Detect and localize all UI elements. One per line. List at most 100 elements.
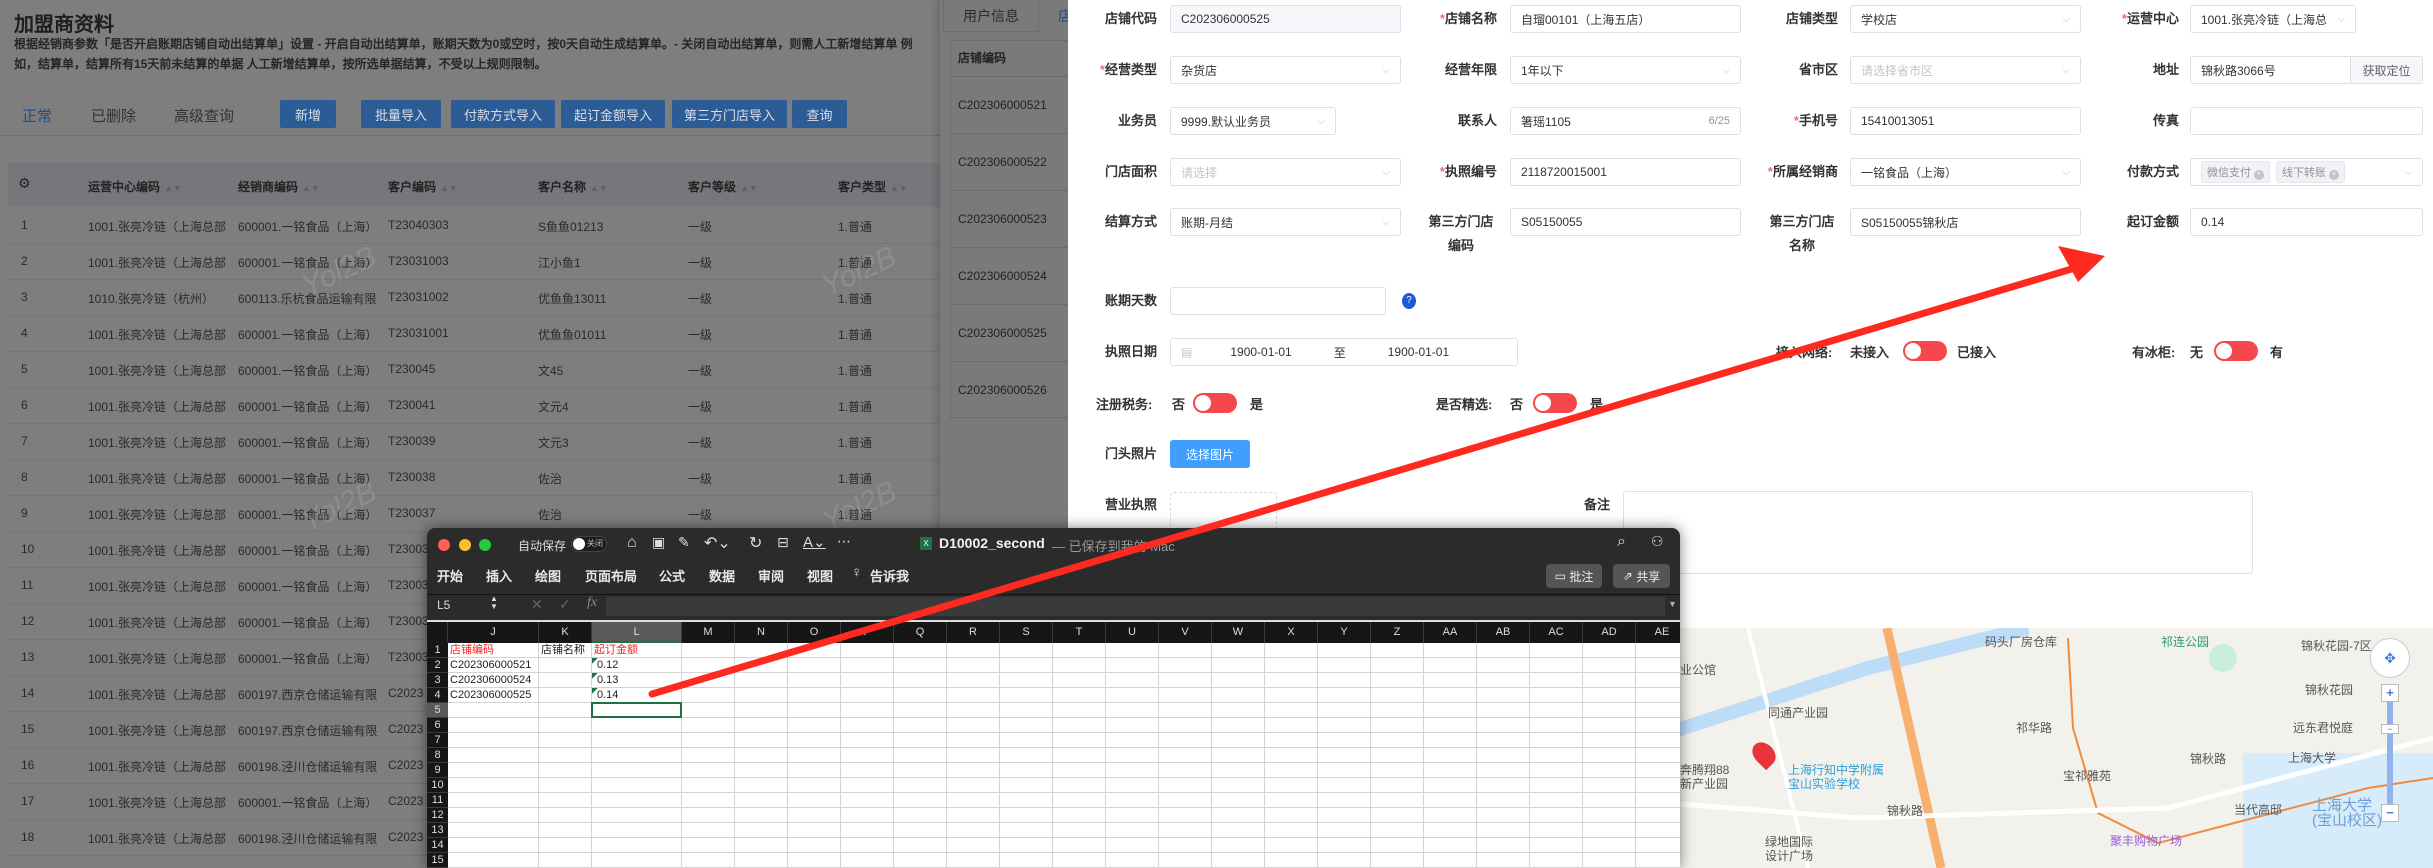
sort-icon[interactable]: ▲▼ <box>164 183 182 193</box>
cell-V7[interactable] <box>1159 733 1212 748</box>
payment-import-button[interactable]: 付款方式导入 <box>451 100 555 128</box>
cell-T2[interactable] <box>1053 658 1106 673</box>
cell-AE2[interactable] <box>1636 658 1680 673</box>
cell-U14[interactable] <box>1106 838 1159 853</box>
cell-Z10[interactable] <box>1371 778 1424 793</box>
column-header[interactable]: L <box>592 622 682 643</box>
cell-S12[interactable] <box>1000 808 1053 823</box>
cell-S13[interactable] <box>1000 823 1053 838</box>
cell-AE10[interactable] <box>1636 778 1680 793</box>
cell-X14[interactable] <box>1265 838 1318 853</box>
cell-M13[interactable] <box>682 823 735 838</box>
cell-K13[interactable] <box>539 823 592 838</box>
search-icon[interactable]: ⌕ <box>1617 533 1626 551</box>
store-type-select[interactable]: 学校店 ⌵ <box>1850 5 2081 33</box>
cell-O4[interactable] <box>788 688 841 703</box>
cell-L6[interactable] <box>592 718 682 733</box>
cell-X8[interactable] <box>1265 748 1318 763</box>
cell-T7[interactable] <box>1053 733 1106 748</box>
save-icon[interactable]: ▣ <box>652 534 665 551</box>
cell-R10[interactable] <box>947 778 1000 793</box>
cell-P15[interactable] <box>841 853 894 868</box>
cell-Y13[interactable] <box>1318 823 1371 838</box>
cell-Q1[interactable] <box>894 643 947 658</box>
cell-X4[interactable] <box>1265 688 1318 703</box>
cell-Q3[interactable] <box>894 673 947 688</box>
store-code-row[interactable]: C202306000526 <box>950 361 1070 418</box>
cell-K6[interactable] <box>539 718 592 733</box>
min-order-import-button[interactable]: 起订金额导入 <box>561 100 665 128</box>
cell-V8[interactable] <box>1159 748 1212 763</box>
cell-J4[interactable]: C202306000525 <box>448 688 539 703</box>
cell-W14[interactable] <box>1212 838 1265 853</box>
payment-select[interactable]: 微信支付 × 线下转账 × ⌵ <box>2190 158 2423 186</box>
license-date-start[interactable]: 1900-01-01 <box>1230 345 1291 359</box>
cell-AA4[interactable] <box>1424 688 1477 703</box>
cell-U13[interactable] <box>1106 823 1159 838</box>
license-date-range[interactable]: ▤ 1900-01-01 至 1900-01-01 <box>1170 338 1518 366</box>
cell-J1[interactable]: 店铺编码 <box>448 643 539 658</box>
cell-K8[interactable] <box>539 748 592 763</box>
batch-import-button[interactable]: 批量导入 <box>361 100 441 128</box>
cell-N1[interactable] <box>735 643 788 658</box>
cell-AE7[interactable] <box>1636 733 1680 748</box>
get-location-button[interactable]: 获取定位 <box>2350 57 2422 83</box>
cell-AB5[interactable] <box>1477 703 1530 718</box>
cell-Q2[interactable] <box>894 658 947 673</box>
cell-O13[interactable] <box>788 823 841 838</box>
cell-P6[interactable] <box>841 718 894 733</box>
cell-L11[interactable] <box>592 793 682 808</box>
cell-AB2[interactable] <box>1477 658 1530 673</box>
cell-L7[interactable] <box>592 733 682 748</box>
cell-AE1[interactable] <box>1636 643 1680 658</box>
cell-U12[interactable] <box>1106 808 1159 823</box>
ribbon-tab[interactable]: 公式 <box>659 566 685 585</box>
cell-M8[interactable] <box>682 748 735 763</box>
chevron-down-icon[interactable]: ⌵ <box>1317 116 1325 127</box>
cell-AB1[interactable] <box>1477 643 1530 658</box>
cell-AA11[interactable] <box>1424 793 1477 808</box>
column-header[interactable]: AB <box>1477 622 1530 643</box>
cell-M14[interactable] <box>682 838 735 853</box>
chevron-down-icon[interactable]: ⌵ <box>2337 14 2345 25</box>
cell-X9[interactable] <box>1265 763 1318 778</box>
cell-Y11[interactable] <box>1318 793 1371 808</box>
cell-P5[interactable] <box>841 703 894 718</box>
cell-U7[interactable] <box>1106 733 1159 748</box>
cell-AA15[interactable] <box>1424 853 1477 868</box>
query-button[interactable]: 查询 <box>792 100 847 128</box>
cell-Y10[interactable] <box>1318 778 1371 793</box>
cell-AD15[interactable] <box>1583 853 1636 868</box>
cell-O15[interactable] <box>788 853 841 868</box>
cell-X13[interactable] <box>1265 823 1318 838</box>
cell-R3[interactable] <box>947 673 1000 688</box>
store-code-input[interactable]: C202306000525 <box>1170 5 1401 33</box>
row-header[interactable]: 14 <box>427 838 448 853</box>
cell-O6[interactable] <box>788 718 841 733</box>
cell-Q11[interactable] <box>894 793 947 808</box>
cell-AD6[interactable] <box>1583 718 1636 733</box>
cell-J15[interactable] <box>448 853 539 868</box>
ribbon-tab[interactable]: 页面布局 <box>585 566 637 585</box>
cell-W1[interactable] <box>1212 643 1265 658</box>
cell-Y6[interactable] <box>1318 718 1371 733</box>
save-status[interactable]: — 已保存到我的 Mac <box>1052 536 1175 555</box>
cell-Y2[interactable] <box>1318 658 1371 673</box>
cell-W11[interactable] <box>1212 793 1265 808</box>
cell-T11[interactable] <box>1053 793 1106 808</box>
cell-AE13[interactable] <box>1636 823 1680 838</box>
cell-J3[interactable]: C202306000524 <box>448 673 539 688</box>
cell-AE3[interactable] <box>1636 673 1680 688</box>
cell-O12[interactable] <box>788 808 841 823</box>
cell-AA6[interactable] <box>1424 718 1477 733</box>
cell-W4[interactable] <box>1212 688 1265 703</box>
cell-K14[interactable] <box>539 838 592 853</box>
remark-textarea[interactable] <box>1623 491 2253 574</box>
column-header[interactable]: P <box>841 622 894 643</box>
cell-J9[interactable] <box>448 763 539 778</box>
save-as-icon[interactable]: ✎ <box>678 534 690 551</box>
sort-icon[interactable]: ▲▼ <box>890 183 908 193</box>
cell-R13[interactable] <box>947 823 1000 838</box>
cell-S5[interactable] <box>1000 703 1053 718</box>
formula-expand-icon[interactable]: ▼ <box>1668 599 1677 609</box>
